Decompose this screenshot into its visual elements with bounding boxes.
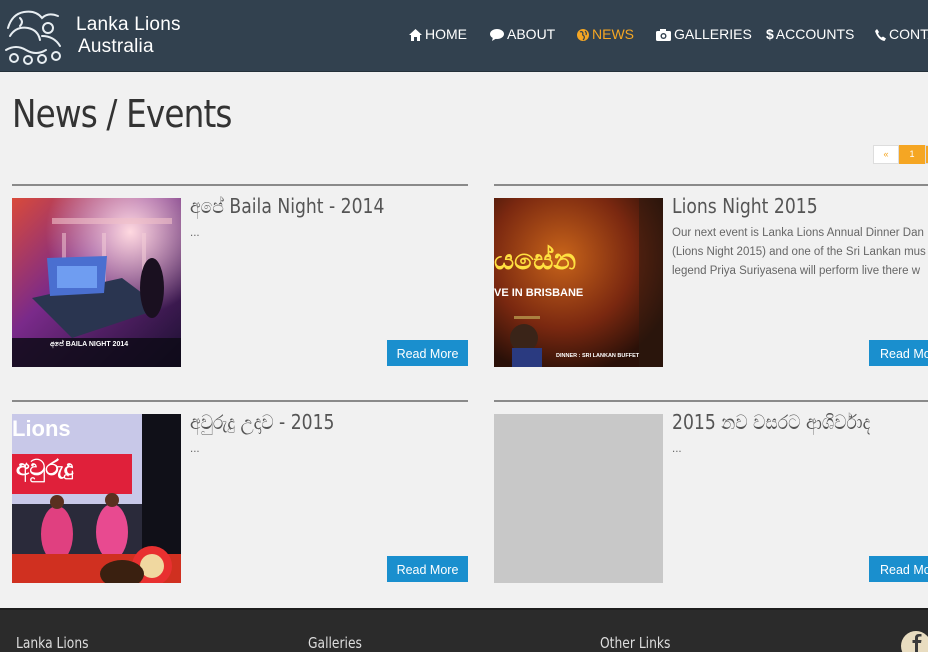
nav-about[interactable]: ABOUT	[490, 25, 555, 43]
article-excerpt: Our next event is Lanka Lions Annual Din…	[672, 227, 926, 277]
read-more-button[interactable]: Read More	[387, 340, 468, 366]
site-name-line2: Australia	[78, 36, 154, 57]
footer-heading-other-links: Other Links	[600, 634, 671, 652]
nav-news-label: NEWS	[592, 26, 634, 42]
read-more-button[interactable]: Read More	[869, 556, 928, 582]
article-thumbnail-placeholder[interactable]	[494, 414, 663, 583]
page-title: News / Events	[12, 92, 232, 136]
thumbnail-caption: අපේ BAILA NIGHT 2014	[50, 341, 129, 348]
article-title[interactable]: Lions Night 2015	[672, 194, 818, 218]
footer-heading-lanka-lions: Lanka Lions	[16, 634, 89, 652]
nav-about-label: ABOUT	[507, 26, 556, 42]
nav-home[interactable]: HOME	[409, 25, 467, 43]
thumbnail-subline: VE IN BRISBANE	[494, 287, 584, 299]
site-footer: Lanka Lions Galleries Other Links	[0, 608, 928, 652]
article-card: අපේ BAILA NIGHT 2014 අපේ Baila Night - 2…	[12, 184, 468, 386]
article-excerpt: ...	[190, 443, 200, 455]
nav-accounts[interactable]: $ ACCOUNTS	[766, 25, 854, 43]
nav-galleries-label: GALLERIES	[674, 26, 752, 42]
lion-logo-icon[interactable]	[2, 6, 66, 66]
site-name-line1: Lanka Lions	[76, 14, 181, 35]
article-thumbnail[interactable]: අපේ BAILA NIGHT 2014	[12, 198, 181, 367]
site-header: Lanka Lions Australia HOME ABOUT NEWS GA…	[0, 0, 928, 72]
camera-icon	[656, 29, 671, 41]
read-more-button[interactable]: Read More	[869, 340, 928, 366]
speech-bubble-icon	[490, 29, 504, 41]
article-excerpt: ...	[672, 443, 682, 455]
thumbnail-subline: අවුරුදු	[16, 456, 74, 481]
article-thumbnail[interactable]: Lions අවුරුදු	[12, 414, 181, 583]
site-name[interactable]: Lanka Lions Australia	[76, 14, 181, 58]
facebook-icon[interactable]	[900, 630, 928, 652]
article-title[interactable]: 2015 නව වසරට ආශිර්වාද	[672, 410, 870, 434]
dollar-icon: $	[766, 26, 774, 42]
article-card: Lions අවුරුදු අවුරුදු උදාව - 2015 ... Re…	[12, 400, 468, 602]
thumbnail-headline: යසේන	[494, 243, 577, 276]
article-card: යසේන VE IN BRISBANE DINNER : SRI LANKAN …	[494, 184, 928, 386]
nav-news[interactable]: NEWS	[577, 25, 634, 43]
footer-heading-galleries: Galleries	[308, 634, 362, 652]
pagination-prev[interactable]: «	[873, 145, 899, 164]
nav-home-label: HOME	[425, 26, 467, 42]
nav-accounts-label: ACCOUNTS	[775, 26, 855, 42]
globe-icon	[577, 29, 589, 41]
article-excerpt: ...	[190, 227, 200, 239]
phone-icon	[875, 29, 886, 41]
article-title[interactable]: අපේ Baila Night - 2014	[190, 194, 384, 218]
pagination-page-current[interactable]: 1	[899, 145, 925, 164]
nav-contact-label: CONTA	[889, 26, 928, 42]
home-icon	[409, 29, 422, 41]
thumbnail-headline: Lions	[12, 416, 71, 441]
article-thumbnail[interactable]: යසේන VE IN BRISBANE DINNER : SRI LANKAN …	[494, 198, 663, 367]
article-title[interactable]: අවුරුදු උදාව - 2015	[190, 410, 334, 434]
read-more-button[interactable]: Read More	[387, 556, 468, 582]
thumbnail-footer: DINNER : SRI LANKAN BUFFET	[556, 353, 640, 359]
nav-contact[interactable]: CONTA	[875, 25, 928, 43]
article-card: 2015 නව වසරට ආශිර්වාද ... Read More	[494, 400, 928, 602]
nav-galleries[interactable]: GALLERIES	[656, 25, 752, 43]
